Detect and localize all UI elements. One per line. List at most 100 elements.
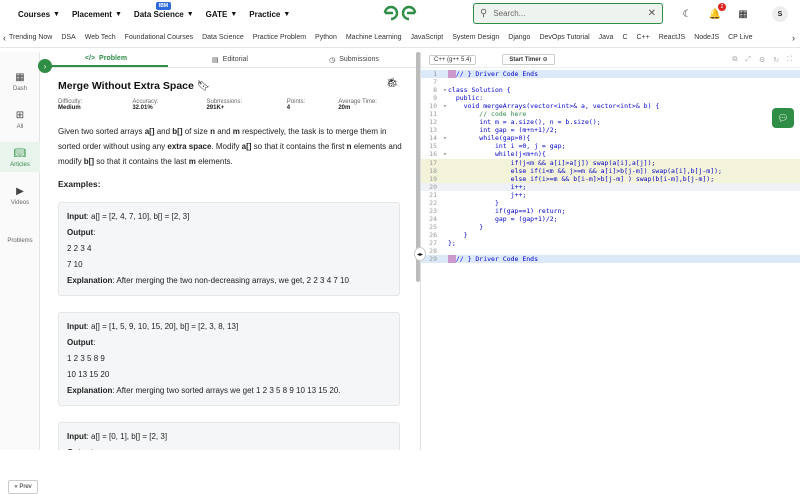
avatar[interactable]: S: [772, 6, 788, 22]
book-icon: 📖︎: [13, 147, 27, 159]
nav-item[interactable]: Placement ▼: [72, 10, 122, 19]
code-line[interactable]: 11 // code here: [421, 110, 800, 118]
category-link[interactable]: Python: [315, 34, 337, 41]
code-line[interactable]: 13 int gap = (m+n+1)/2;: [421, 126, 800, 134]
category-link[interactable]: Practice Problem: [253, 34, 306, 41]
nav-item[interactable]: Courses ▼: [18, 10, 60, 19]
translate-icon[interactable]: ▦: [734, 5, 752, 23]
search-icon: ⚲: [480, 8, 488, 19]
nav-item[interactable]: Practice ▼: [249, 10, 290, 19]
sidebar-item-all[interactable]: ⊞ All: [0, 104, 40, 134]
code-line[interactable]: 27};: [421, 239, 800, 247]
sidebar-item-problems[interactable]: Problems: [0, 218, 40, 248]
code-line[interactable]: 28: [421, 247, 800, 255]
category-link[interactable]: Web Tech: [85, 34, 116, 41]
code-editor[interactable]: C++ (g++ 5.4) Start Timer ⊙ ⧉ ⤢ ⚙ ↻ ⛶ 1 ▬…: [421, 52, 800, 450]
reset-icon[interactable]: ↻: [773, 56, 779, 64]
line-number: 12: [429, 118, 437, 127]
category-link[interactable]: C++: [637, 34, 650, 41]
code-line[interactable]: 16 ▾ while(j<m+n){: [421, 150, 800, 158]
expand-icon[interactable]: ⤢: [745, 56, 751, 64]
start-timer-button[interactable]: Start Timer ⊙: [502, 54, 555, 65]
chevron-right-icon[interactable]: ›: [38, 59, 52, 73]
drag-handle-icon[interactable]: ◂▸: [414, 247, 426, 261]
code-line[interactable]: 10 ▾ void mergeArrays(vector<int>& a, vec…: [421, 102, 800, 110]
category-link[interactable]: C: [622, 34, 627, 41]
chevron-right-icon[interactable]: ›: [789, 32, 798, 43]
code-line[interactable]: 12 int m = a.size(), n = b.size();: [421, 118, 800, 126]
category-link[interactable]: Foundational Courses: [125, 34, 194, 41]
example-output: 7 10: [67, 260, 83, 269]
code-line[interactable]: 24 gap = (gap+1)/2;: [421, 215, 800, 223]
category-link[interactable]: Java: [599, 34, 614, 41]
editor-toolbar: C++ (g++ 5.4) Start Timer ⊙ ⧉ ⤢ ⚙ ↻ ⛶: [421, 52, 800, 68]
fullscreen-icon[interactable]: ⛶: [787, 56, 792, 64]
category-link[interactable]: Django: [508, 34, 530, 41]
code-lines[interactable]: 1 ▬▬// } Driver Code Ends 7 8 ▾ class Solutio…: [421, 70, 800, 264]
search-box[interactable]: ⚲ Search... ✕: [473, 3, 663, 24]
line-number: 27: [429, 238, 437, 247]
chevron-left-icon[interactable]: ‹: [0, 33, 9, 43]
category-link[interactable]: Machine Learning: [346, 34, 402, 41]
code-line[interactable]: 21 j++;: [421, 191, 800, 199]
line-number: 26: [429, 230, 437, 239]
code-line[interactable]: 15 int i =0, j = gap;: [421, 142, 800, 150]
line-number: 15: [429, 142, 437, 151]
nav-item[interactable]: Data Science ▼ IBM: [134, 1, 194, 19]
sidebar-item-videos[interactable]: ▶ Videos: [0, 180, 40, 210]
code-text: gap = (gap+1)/2;: [448, 214, 558, 223]
chevron-down-icon: ▼: [186, 10, 194, 18]
chat-icon[interactable]: 💬︎: [772, 108, 794, 128]
category-link[interactable]: Trending Now: [9, 34, 52, 41]
category-link[interactable]: JavaScript: [411, 34, 444, 41]
code-line[interactable]: 26 }: [421, 231, 800, 239]
code-line[interactable]: 17 if(j<m && a[i]>a[j]) swap(a[i],a[j]);: [421, 158, 800, 167]
code-line[interactable]: 8 ▾ class Solution {: [421, 86, 800, 94]
nav-item[interactable]: GATE ▼: [206, 10, 238, 19]
sidebar-item-articles[interactable]: 📖︎ Articles: [0, 142, 40, 172]
example-output: 1 2 3 5 8 9: [67, 354, 105, 363]
code-line[interactable]: 25 }: [421, 223, 800, 231]
bug-icon[interactable]: 🐞︎: [386, 78, 399, 89]
search-input[interactable]: Search...: [493, 9, 525, 18]
sidebar-item-dash[interactable]: ▦ Dash: [0, 66, 40, 96]
problem-pane: </> Problem ▤ Editorial ◷ Submissions Merge…: [44, 52, 416, 450]
dark-mode-icon[interactable]: ☾: [678, 5, 696, 23]
line-number: 25: [429, 222, 437, 231]
tab-problem[interactable]: </> Problem: [44, 52, 168, 67]
line-number: 19: [429, 174, 437, 183]
close-icon[interactable]: ✕: [648, 8, 656, 19]
line-number: 20: [429, 182, 437, 191]
code-line[interactable]: 1 ▬▬// } Driver Code Ends: [421, 70, 800, 79]
example-input: Input: a[] = [1, 5, 9, 10, 15, 20], b[] …: [67, 322, 239, 331]
language-select[interactable]: C++ (g++ 5.4): [429, 54, 477, 65]
example-output-label: Output:: [67, 445, 391, 450]
category-link[interactable]: CP Live: [728, 34, 752, 41]
category-link[interactable]: DSA: [61, 34, 75, 41]
code-line[interactable]: 29 ▬▬// } Driver Code Ends: [421, 255, 800, 264]
tab-editorial[interactable]: ▤ Editorial: [168, 52, 292, 67]
play-icon: ⊙: [542, 57, 548, 63]
category-link[interactable]: System Design: [452, 34, 499, 41]
example-output: 10 13 15 20: [67, 370, 110, 379]
bookmark-icon[interactable]: 🔖︎: [197, 80, 210, 92]
gfg-logo-icon[interactable]: [382, 3, 418, 23]
code-line[interactable]: 7: [421, 78, 800, 86]
code-line[interactable]: 9 public:: [421, 94, 800, 102]
code-line[interactable]: 20 i++;: [421, 182, 800, 191]
bell-icon[interactable]: 🔔 2: [706, 3, 726, 23]
code-text: while(j<m+n){: [448, 150, 546, 159]
code-line[interactable]: 18 else if(i<m && j>=m && a[i]>b[j-m]) s…: [421, 166, 800, 175]
code-line[interactable]: 14 ▾ while(gap>0){: [421, 134, 800, 142]
tab-submissions[interactable]: ◷ Submissions: [292, 52, 416, 67]
category-link[interactable]: NodeJS: [694, 34, 719, 41]
prev-button[interactable]: « Prev: [8, 480, 38, 494]
category-link[interactable]: DevOps Tutorial: [539, 34, 589, 41]
category-link[interactable]: ReactJS: [659, 34, 685, 41]
settings-icon[interactable]: ⚙: [759, 56, 765, 64]
code-line[interactable]: 22 }: [421, 199, 800, 207]
code-line[interactable]: 23 if(gap==1) return;: [421, 207, 800, 215]
category-link[interactable]: Data Science: [202, 34, 244, 41]
code-line[interactable]: 19 else if(i>=m && b[i-m]>b[j-m] ) swap(…: [421, 174, 800, 183]
copy-icon[interactable]: ⧉: [732, 56, 737, 64]
